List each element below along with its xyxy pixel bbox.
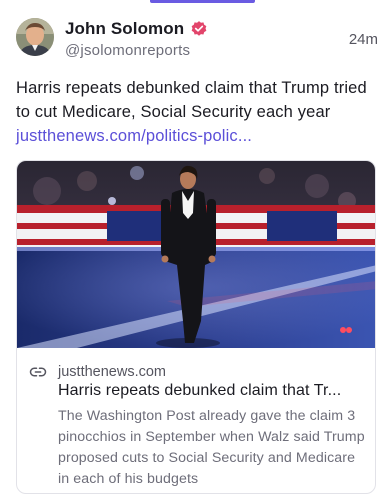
post-link[interactable]: justthenews.com/politics-polic... <box>16 127 252 145</box>
link-card-title[interactable]: Harris repeats debunked claim that Tr... <box>58 382 368 400</box>
author-block: John Solomon @jsolomonreports <box>65 18 208 59</box>
link-card-image[interactable] <box>17 161 375 348</box>
post-text: Harris repeats debunked claim that Trump… <box>16 76 378 148</box>
link-card-domain: justthenews.com <box>58 364 166 380</box>
post-header: John Solomon @jsolomonreports 24m <box>16 18 378 64</box>
post-body-text: Harris repeats debunked claim that Trump… <box>16 79 367 121</box>
link-card-body: justthenews.com Harris repeats debunked … <box>17 349 375 493</box>
post-timestamp: 24m <box>348 31 378 48</box>
link-card[interactable]: justthenews.com Harris repeats debunked … <box>16 160 376 494</box>
link-card-domain-row: justthenews.com <box>29 363 166 381</box>
avatar[interactable] <box>16 18 54 56</box>
author-name[interactable]: John Solomon <box>65 19 184 39</box>
link-icon <box>29 363 47 381</box>
link-card-description: The Washington Post already gave the cla… <box>58 408 365 487</box>
post[interactable]: John Solomon @jsolomonreports 24m Harris… <box>0 0 392 500</box>
verified-badge-icon <box>190 20 208 38</box>
name-row: John Solomon <box>65 18 208 40</box>
author-handle[interactable]: @jsolomonreports <box>65 42 208 59</box>
